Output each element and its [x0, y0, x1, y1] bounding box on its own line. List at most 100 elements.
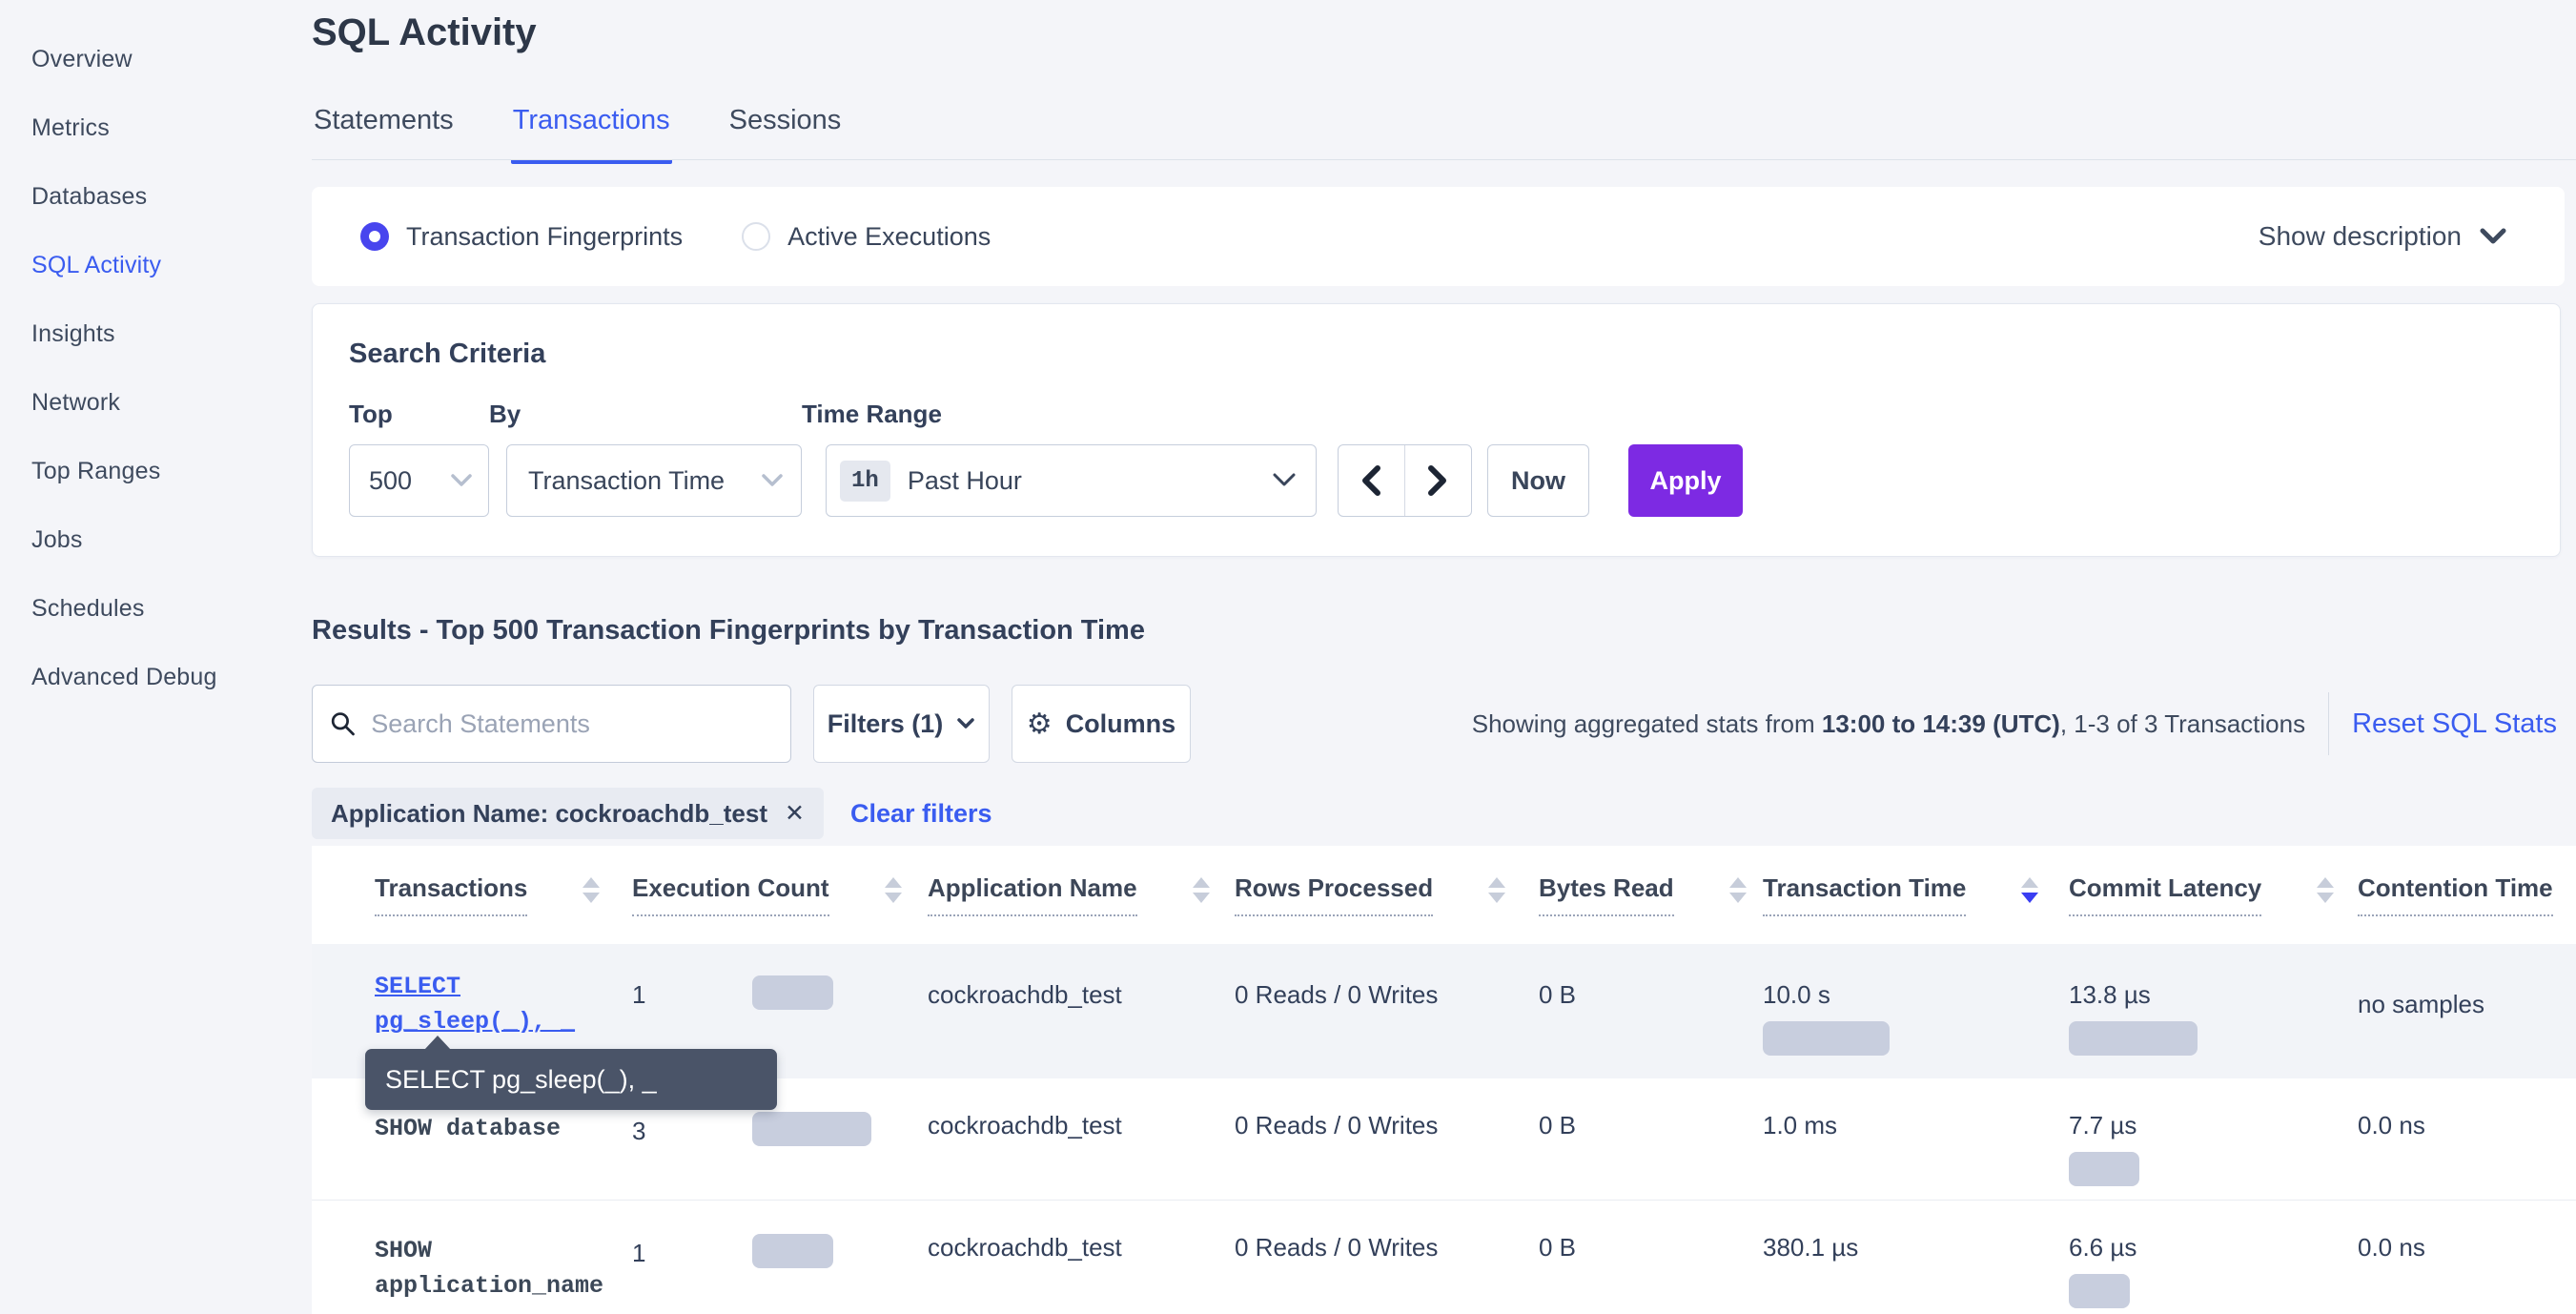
time-range-label: Time Range	[802, 400, 1317, 429]
sidebar-item-network[interactable]: Network	[31, 368, 286, 437]
radio-selected-icon[interactable]	[360, 222, 389, 251]
execution-count-bar	[752, 1112, 871, 1146]
column-label[interactable]: Bytes Read	[1539, 873, 1674, 916]
time-range-badge: 1h	[840, 461, 890, 502]
commit-latency-bar	[2069, 1021, 2198, 1056]
next-time-range-button[interactable]	[1405, 445, 1472, 516]
filters-button[interactable]: Filters (1)	[813, 685, 990, 763]
tab-bar: Statements Transactions Sessions	[312, 92, 843, 164]
column-header-application-name[interactable]: Application Name	[920, 873, 1227, 916]
sidebar-item-overview[interactable]: Overview	[31, 25, 286, 93]
execution-count-bar	[752, 975, 833, 1010]
sort-icon[interactable]	[1193, 877, 1210, 903]
tab-sessions[interactable]: Sessions	[727, 92, 844, 164]
sidebar-item-insights[interactable]: Insights	[31, 299, 286, 368]
divider	[2328, 692, 2329, 755]
table-row[interactable]: SHOWapplication_name 1 cockroachdb_test …	[312, 1201, 2576, 1314]
top-select[interactable]: 500	[349, 444, 489, 517]
clear-filters-link[interactable]: Clear filters	[850, 799, 992, 829]
chevron-right-icon	[1427, 464, 1448, 497]
sort-icon[interactable]	[2317, 877, 2334, 903]
column-header-transaction-time[interactable]: Transaction Time	[1755, 873, 2061, 916]
bytes-read-cell: 0 B	[1531, 1078, 1755, 1140]
previous-time-range-button[interactable]	[1339, 445, 1405, 516]
sort-desc-icon[interactable]	[2021, 877, 2038, 903]
contention-time-cell: no samples	[2350, 944, 2576, 1019]
columns-button[interactable]: ⚙ Columns	[1012, 685, 1191, 763]
application-name-cell: cockroachdb_test	[920, 944, 1227, 1010]
close-icon[interactable]: ✕	[785, 799, 805, 828]
rows-processed-cell: 0 Reads / 0 Writes	[1227, 944, 1531, 1010]
time-range-select[interactable]: 1h Past Hour	[826, 444, 1317, 517]
search-criteria-title: Search Criteria	[349, 339, 2560, 370]
radio-label: Transaction Fingerprints	[406, 222, 683, 252]
column-header-commit-latency[interactable]: Commit Latency	[2061, 873, 2350, 916]
tab-transactions[interactable]: Transactions	[511, 92, 672, 164]
page-title: SQL Activity	[312, 11, 537, 54]
sort-icon[interactable]	[1488, 877, 1505, 903]
commit-latency-cell: 13.8 µs	[2061, 944, 2350, 1056]
chevron-down-icon	[956, 717, 975, 730]
radio-label: Active Executions	[787, 222, 991, 252]
now-button[interactable]: Now	[1487, 444, 1589, 517]
chevron-down-icon	[450, 473, 473, 488]
apply-button[interactable]: Apply	[1628, 444, 1743, 517]
sort-icon[interactable]	[1729, 877, 1747, 903]
sidebar-item-advanced-debug[interactable]: Advanced Debug	[31, 643, 286, 711]
radio-active-executions[interactable]: Active Executions	[742, 222, 991, 252]
sidebar-item-top-ranges[interactable]: Top Ranges	[31, 437, 286, 505]
chevron-left-icon	[1360, 464, 1381, 497]
transaction-fingerprint-link[interactable]: SHOWapplication_name	[312, 1201, 624, 1304]
column-header-contention-time[interactable]: Contention Time	[2350, 873, 2576, 916]
application-name-cell: cockroachdb_test	[920, 1201, 1227, 1263]
chevron-down-icon	[1272, 472, 1297, 489]
bytes-read-cell: 0 B	[1531, 944, 1755, 1010]
by-select[interactable]: Transaction Time	[506, 444, 802, 517]
column-label[interactable]: Application Name	[928, 873, 1137, 916]
sidebar-item-jobs[interactable]: Jobs	[31, 505, 286, 574]
column-header-execution-count[interactable]: Execution Count	[624, 873, 920, 916]
time-range-pager	[1338, 444, 1472, 517]
column-label[interactable]: Execution Count	[632, 873, 829, 916]
transaction-time-bar	[1763, 1021, 1890, 1056]
chevron-down-icon	[761, 473, 784, 488]
column-label[interactable]: Contention Time	[2358, 873, 2553, 916]
transaction-fingerprint-link[interactable]: SELECTpg_sleep(_), _	[312, 944, 624, 1039]
transaction-time-cell: 380.1 µs	[1755, 1201, 2061, 1263]
execution-count-cell: 1	[624, 1201, 920, 1268]
top-select-value: 500	[369, 466, 412, 496]
execution-count-cell: 1	[624, 944, 920, 1010]
radio-transaction-fingerprints[interactable]: Transaction Fingerprints	[360, 222, 683, 252]
column-label[interactable]: Transaction Time	[1763, 873, 1966, 916]
column-header-bytes-read[interactable]: Bytes Read	[1531, 873, 1755, 916]
bytes-read-cell: 0 B	[1531, 1201, 1755, 1263]
rows-processed-cell: 0 Reads / 0 Writes	[1227, 1078, 1531, 1140]
sort-icon[interactable]	[583, 877, 600, 903]
search-icon	[330, 709, 356, 738]
column-label[interactable]: Transactions	[375, 873, 527, 916]
top-label: Top	[349, 400, 489, 429]
filter-chip-application-name: Application Name: cockroachdb_test ✕	[312, 788, 824, 839]
show-description-toggle[interactable]: Show description	[2259, 221, 2507, 252]
execution-count-bar	[752, 1234, 833, 1268]
column-header-rows-processed[interactable]: Rows Processed	[1227, 873, 1531, 916]
sidebar-item-sql-activity[interactable]: SQL Activity	[31, 231, 286, 299]
view-mode-card: Transaction Fingerprints Active Executio…	[312, 187, 2565, 286]
search-statements-input[interactable]	[371, 709, 773, 739]
search-statements-box	[312, 685, 791, 763]
gear-icon: ⚙	[1027, 708, 1053, 741]
column-label[interactable]: Commit Latency	[2069, 873, 2261, 916]
transaction-time-cell: 10.0 s	[1755, 944, 2061, 1056]
column-label[interactable]: Rows Processed	[1235, 873, 1433, 916]
reset-sql-stats-link[interactable]: Reset SQL Stats	[2352, 708, 2557, 740]
sidebar-item-schedules[interactable]: Schedules	[31, 574, 286, 643]
radio-unselected-icon[interactable]	[742, 222, 770, 251]
time-range-value: Past Hour	[908, 466, 1022, 496]
sidebar-item-databases[interactable]: Databases	[31, 162, 286, 231]
filter-chip-label: Application Name: cockroachdb_test	[331, 799, 767, 829]
columns-label: Columns	[1066, 709, 1176, 739]
column-header-transactions[interactable]: Transactions	[312, 873, 624, 916]
tab-statements[interactable]: Statements	[312, 92, 456, 164]
sidebar-item-metrics[interactable]: Metrics	[31, 93, 286, 162]
sort-icon[interactable]	[885, 877, 902, 903]
